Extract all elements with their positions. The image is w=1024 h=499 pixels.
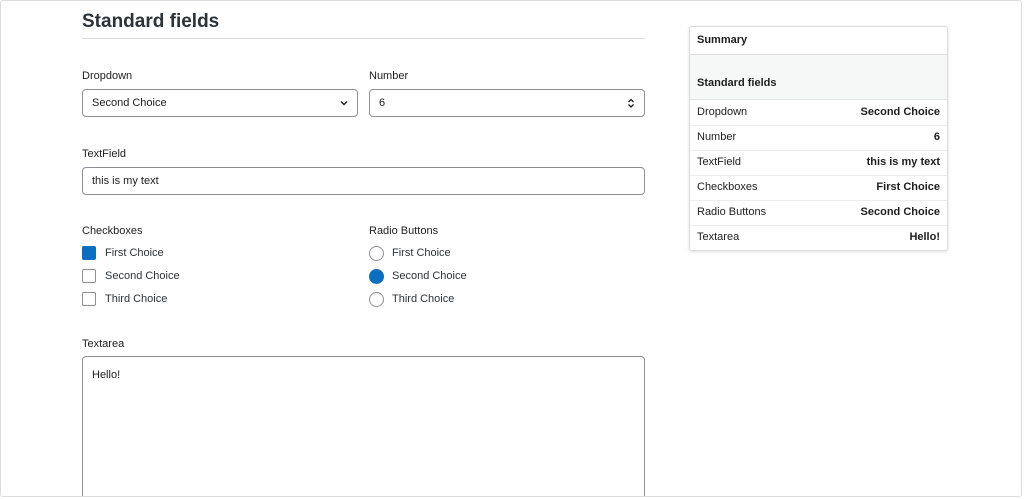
dropdown-value: Second Choice — [92, 97, 167, 109]
summary-value: 6 — [933, 131, 940, 143]
section-title: Standard fields — [82, 11, 220, 32]
summary-section-title: Standard fields — [690, 55, 947, 100]
textarea-input[interactable]: Hello! — [82, 356, 645, 496]
summary-value: this is my text — [866, 156, 940, 168]
summary-value: Second Choice — [860, 206, 940, 218]
radio-unchecked[interactable] — [369, 291, 384, 307]
summary-row: Dropdown Second Choice — [690, 100, 947, 126]
title-divider — [82, 38, 645, 39]
dropdown-label: Dropdown — [82, 70, 133, 82]
textarea-value: Hello! — [92, 369, 121, 381]
textfield-value: this is my text — [92, 175, 159, 187]
checkbox-unchecked[interactable] — [82, 269, 96, 283]
checkbox-unchecked[interactable] — [82, 292, 96, 306]
number-label: Number — [369, 70, 409, 82]
summary-key: Dropdown — [697, 106, 748, 118]
summary-row: Radio Buttons Second Choice — [690, 200, 947, 226]
summary-row: Textarea Hello! — [690, 225, 947, 250]
checkbox-option-label: First Choice — [105, 247, 164, 259]
textarea-label: Textarea — [82, 338, 125, 350]
summary-key: Textarea — [697, 231, 740, 243]
summary-key: Checkboxes — [697, 181, 758, 193]
radio-option[interactable]: Second Choice — [369, 268, 467, 284]
radio-option-label: Second Choice — [392, 270, 467, 282]
dropdown-select[interactable]: Second Choice — [82, 89, 358, 117]
checkbox-option[interactable]: Second Choice — [82, 268, 180, 284]
textfield-label: TextField — [82, 148, 127, 160]
summary-key: Number — [697, 131, 737, 143]
stepper-icon[interactable] — [626, 97, 636, 109]
radio-option[interactable]: Third Choice — [369, 291, 454, 307]
checkbox-checked[interactable] — [82, 246, 96, 260]
chevron-down-icon — [340, 101, 348, 106]
radio-option[interactable]: First Choice — [369, 245, 451, 261]
summary-title: Summary — [690, 27, 947, 55]
checkbox-option-label: Third Choice — [105, 293, 168, 305]
textfield-input[interactable]: this is my text — [82, 167, 645, 195]
checkbox-option[interactable]: First Choice — [82, 245, 164, 261]
summary-value: Second Choice — [860, 106, 940, 118]
checkboxes-label: Checkboxes — [82, 225, 143, 237]
summary-key: Radio Buttons — [697, 206, 767, 218]
summary-key: TextField — [697, 156, 742, 168]
number-input[interactable]: 6 — [369, 89, 645, 117]
radios-label: Radio Buttons — [369, 225, 439, 237]
summary-value: First Choice — [876, 181, 940, 193]
radio-option-label: First Choice — [392, 247, 451, 259]
summary-row: Number 6 — [690, 125, 947, 151]
radio-checked[interactable] — [369, 268, 384, 284]
checkbox-option[interactable]: Third Choice — [82, 291, 167, 307]
app-frame: Standard fields Dropdown Second Choice N… — [0, 0, 1022, 497]
number-value: 6 — [379, 97, 386, 109]
summary-panel: Summary Standard fields Dropdown Second … — [689, 26, 948, 251]
radio-unchecked[interactable] — [369, 245, 384, 261]
summary-row: Checkboxes First Choice — [690, 175, 947, 201]
summary-row: TextField this is my text — [690, 150, 947, 176]
radio-option-label: Third Choice — [392, 293, 455, 305]
checkbox-option-label: Second Choice — [105, 270, 180, 282]
summary-value: Hello! — [909, 231, 940, 243]
